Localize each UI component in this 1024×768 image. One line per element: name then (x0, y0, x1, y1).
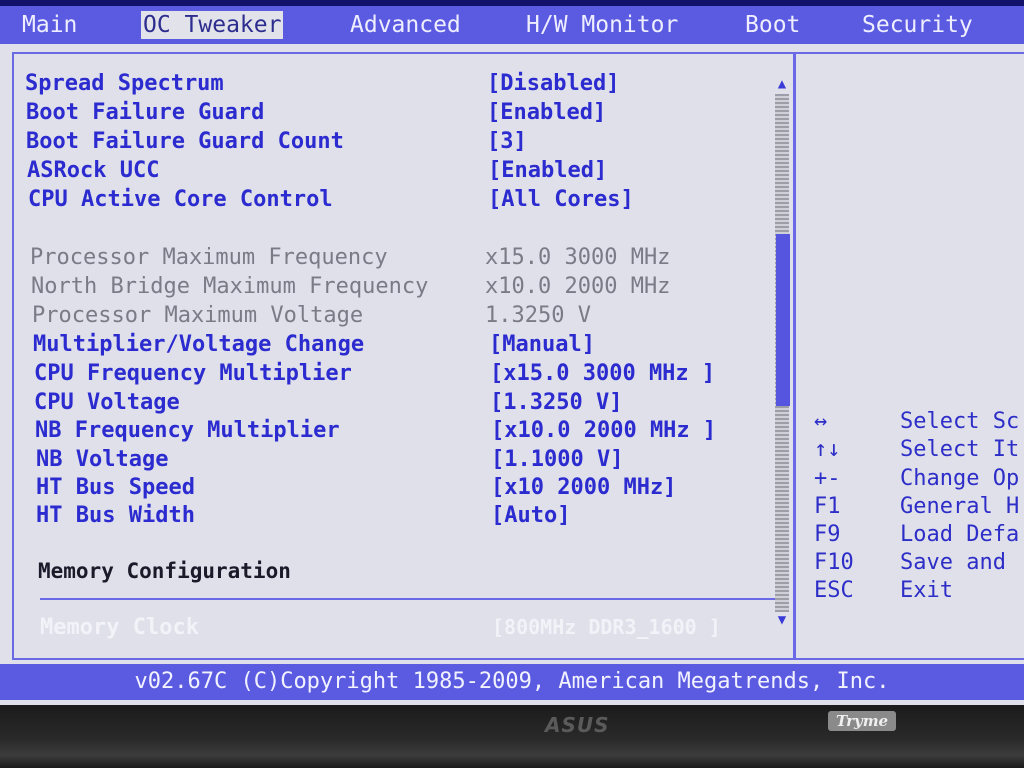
help-key: F1 (814, 494, 841, 519)
plus-minus-icon: +- (814, 466, 841, 491)
help-key: ESC (814, 578, 854, 603)
info-row-processor-max-frequency: Processor Maximum Frequency x15.0 3000 M… (14, 243, 774, 272)
help-key: F10 (814, 550, 854, 575)
setting-row-spread-spectrum[interactable]: Spread Spectrum [Disabled] (14, 69, 774, 98)
scroll-down-icon[interactable]: ▼ (774, 612, 790, 628)
setting-label: CPU Voltage (34, 390, 180, 415)
setting-row-memory-clock: Memory Clock [800MHz DDR3_1600 ] (14, 613, 774, 642)
setting-label: ASRock UCC (27, 158, 160, 183)
setting-label: NB Frequency Multiplier (35, 418, 340, 443)
help-row-exit: ESC Exit (814, 577, 1024, 605)
help-row-select-item: ↑↓ Select It (814, 436, 1024, 464)
tab-security[interactable]: Security (862, 11, 973, 39)
setting-label: NB Voltage (36, 447, 169, 472)
copyright-footer: v02.67C (C)Copyright 1985-2009, American… (0, 664, 1024, 700)
info-value: x15.0 3000 MHz (485, 245, 671, 270)
menu-bar: Main OC Tweaker Advanced H/W Monitor Boo… (0, 6, 1024, 44)
help-desc: Exit (900, 578, 953, 603)
tab-hw-monitor[interactable]: H/W Monitor (526, 11, 678, 39)
tab-boot[interactable]: Boot (745, 11, 800, 39)
settings-pane: Spread Spectrum [Disabled] Boot Failure … (14, 54, 794, 658)
monitor-bezel: ASUS Tryme (0, 705, 1024, 768)
submenu-memory-configuration[interactable]: Memory Configuration (14, 557, 774, 586)
setting-value[interactable]: [x15.0 3000 MHz ] (490, 359, 715, 388)
help-desc: Save and (900, 550, 1006, 575)
setting-value[interactable]: [3] (487, 127, 527, 156)
help-desc: Select Sc (900, 409, 1020, 434)
setting-row-ht-bus-speed[interactable]: HT Bus Speed [x10 2000 MHz] (14, 473, 774, 502)
tab-main[interactable]: Main (22, 11, 77, 39)
info-row-processor-max-voltage: Processor Maximum Voltage 1.3250 V (14, 301, 774, 330)
setting-row-boot-failure-guard-count[interactable]: Boot Failure Guard Count [3] (14, 127, 774, 156)
help-row-change-option: +- Change Op (814, 465, 1024, 493)
setting-value[interactable]: [1.3250 V] (490, 388, 622, 417)
setting-value: [800MHz DDR3_1600 ] (492, 615, 721, 639)
help-desc: Change Op (900, 466, 1020, 491)
setting-row-cpu-frequency-multiplier[interactable]: CPU Frequency Multiplier [x15.0 3000 MHz… (14, 359, 774, 388)
setting-label: CPU Active Core Control (28, 187, 333, 212)
setting-row-asrock-ucc[interactable]: ASRock UCC [Enabled] (14, 156, 774, 185)
setting-value[interactable]: [Auto] (491, 501, 570, 530)
help-row-save-and-exit: F10 Save and (814, 549, 1024, 577)
setting-label: CPU Frequency Multiplier (34, 361, 352, 386)
scroll-up-icon[interactable]: ▲ (774, 76, 790, 92)
tryme-badge: Tryme (828, 711, 897, 731)
help-row-general-help: F1 General H (814, 493, 1024, 521)
info-label: Processor Maximum Voltage (32, 303, 364, 328)
scroll-track[interactable] (775, 94, 790, 612)
setting-label: Multiplier/Voltage Change (33, 332, 365, 357)
setting-value[interactable]: [1.1000 V] (491, 445, 623, 474)
setting-label: Boot Failure Guard Count (26, 129, 344, 154)
setting-label: HT Bus Speed (36, 475, 195, 500)
asus-logo: ASUS (545, 713, 610, 737)
info-row-nb-max-frequency: North Bridge Maximum Frequency x10.0 200… (14, 272, 774, 301)
submenu-label: Memory Configuration (38, 559, 291, 583)
help-desc: Load Defa (900, 522, 1020, 547)
setting-row-ht-bus-width[interactable]: HT Bus Width [Auto] (14, 501, 774, 530)
info-label: Processor Maximum Frequency (30, 245, 388, 270)
info-label: North Bridge Maximum Frequency (31, 274, 429, 299)
setting-row-cpu-active-core-control[interactable]: CPU Active Core Control [All Cores] (14, 185, 774, 214)
setting-label: HT Bus Width (36, 503, 195, 528)
setting-value[interactable]: [Enabled] (488, 156, 607, 185)
arrows-horizontal-icon: ↔ (814, 409, 828, 434)
setting-value[interactable]: [x10 2000 MHz] (491, 473, 676, 502)
setting-value[interactable]: [x10.0 2000 MHz ] (491, 416, 716, 445)
info-value: x10.0 2000 MHz (485, 274, 671, 299)
help-desc: Select It (900, 437, 1020, 462)
arrows-vertical-icon: ↑↓ (814, 437, 841, 462)
setting-label: Memory Clock (40, 615, 199, 640)
setting-row-cpu-voltage[interactable]: CPU Voltage [1.3250 V] (14, 388, 774, 417)
setting-row-nb-voltage[interactable]: NB Voltage [1.1000 V] (14, 445, 774, 474)
setting-row-boot-failure-guard[interactable]: Boot Failure Guard [Enabled] (14, 98, 774, 127)
setting-label: Spread Spectrum (25, 71, 224, 96)
bios-screen: Main OC Tweaker Advanced H/W Monitor Boo… (0, 0, 1024, 705)
scrollbar[interactable]: ▲ ▼ (774, 76, 790, 628)
tab-advanced[interactable]: Advanced (350, 11, 461, 39)
setting-label: Boot Failure Guard (26, 100, 265, 125)
help-row-select-screen: ↔ Select Sc (814, 408, 1024, 436)
help-desc: General H (900, 494, 1020, 519)
setting-row-nb-frequency-multiplier[interactable]: NB Frequency Multiplier [x10.0 2000 MHz … (14, 416, 774, 445)
divider (40, 598, 788, 600)
scroll-thumb[interactable] (776, 234, 790, 406)
setting-value[interactable]: [Manual] (489, 330, 595, 359)
info-value: 1.3250 V (485, 303, 591, 328)
tab-oc-tweaker[interactable]: OC Tweaker (141, 11, 284, 39)
setting-value[interactable]: [Enabled] (487, 98, 606, 127)
setting-value[interactable]: [Disabled] (487, 69, 619, 98)
setting-value[interactable]: [All Cores] (488, 185, 634, 214)
setting-row-multiplier-voltage-change[interactable]: Multiplier/Voltage Change [Manual] (14, 330, 774, 359)
pane-divider (793, 54, 796, 658)
help-row-load-defaults: F9 Load Defa (814, 521, 1024, 549)
help-key: F9 (814, 522, 841, 547)
